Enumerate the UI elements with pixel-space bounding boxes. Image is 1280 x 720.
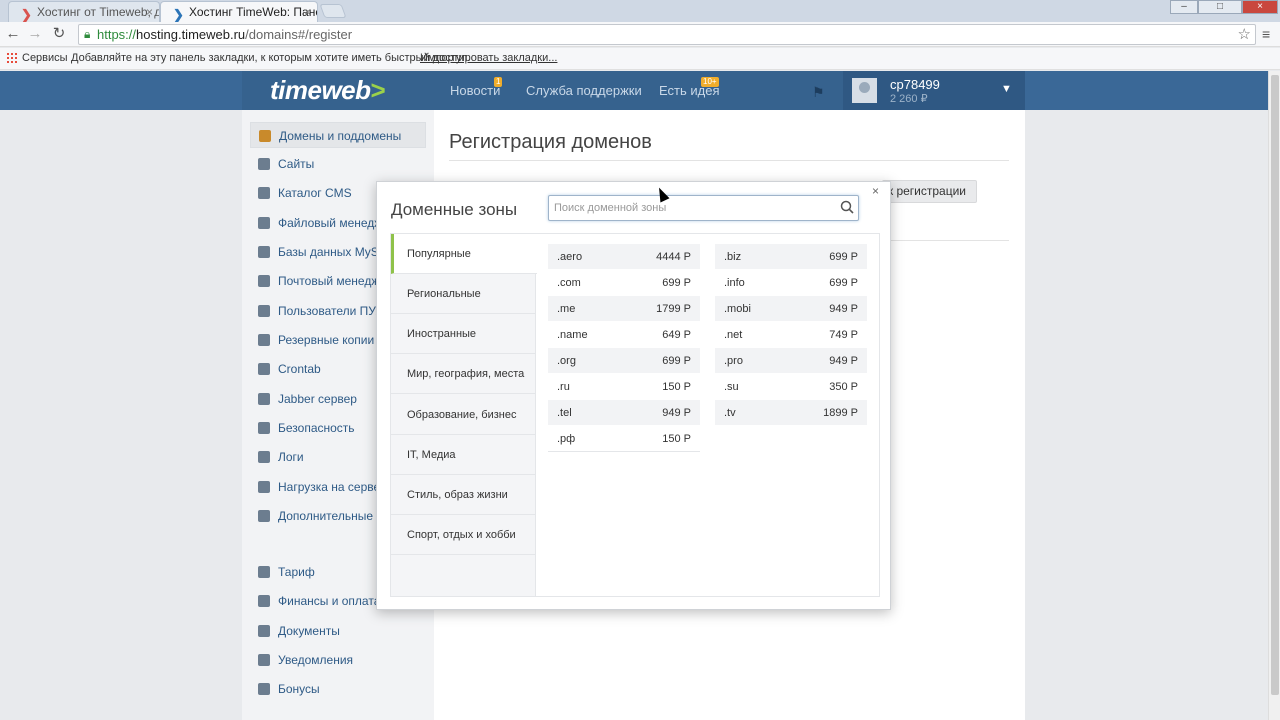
category-style-lifestyle[interactable]: Стиль, образ жизни (391, 475, 536, 515)
sites-icon (258, 158, 270, 170)
timeweb-favicon-icon: ❯ (173, 7, 184, 22)
shield-icon (258, 422, 270, 434)
sidebar-item-sites[interactable]: Сайты (250, 151, 426, 177)
domain-zones-modal: × Доменные зоны Популярные Региональные … (376, 181, 891, 610)
domains-icon (259, 130, 271, 142)
flag-icon[interactable]: ⚑ (812, 84, 825, 101)
zone-row[interactable]: .me 1799 Р (548, 296, 700, 322)
tab-close-icon[interactable]: × (304, 2, 311, 22)
mail-icon (258, 275, 270, 287)
zone-search-box[interactable] (548, 195, 859, 221)
zone-search-input[interactable] (554, 200, 824, 216)
zone-row[interactable]: .mobi 949 Р (715, 296, 867, 322)
new-tab-button[interactable] (319, 4, 347, 18)
category-foreign[interactable]: Иностранные (391, 314, 536, 354)
zone-list-left: .aero 4444 Р .com 699 Р .me 1799 Р .name 649… (548, 244, 700, 452)
category-popular[interactable]: Популярные (391, 234, 537, 274)
bookmarks-bar: Сервисы Добавляйте на эту панель закладк… (0, 48, 1280, 70)
back-icon[interactable]: ← (4, 25, 22, 43)
close-icon[interactable]: × (872, 184, 879, 198)
gift-icon (258, 683, 270, 695)
tab-close-icon[interactable]: × (146, 2, 153, 22)
wallet-icon (258, 595, 270, 607)
page-scrollbar[interactable] (1268, 71, 1280, 720)
zone-row[interactable]: .pro 949 Р (715, 348, 867, 374)
category-education-business[interactable]: Образование, бизнес (391, 395, 536, 435)
zone-row[interactable]: .tel 949 Р (548, 400, 700, 426)
lock-icon: 🔒︎ (84, 27, 91, 41)
scroll-thumb[interactable] (1271, 75, 1279, 695)
timeweb-favicon-icon: ❯ (21, 7, 32, 22)
avatar[interactable] (852, 78, 877, 103)
zone-row[interactable]: .aero 4444 Р (548, 244, 700, 270)
document-icon (258, 625, 270, 637)
zone-row[interactable]: .com 699 Р (548, 270, 700, 296)
search-icon[interactable] (840, 200, 854, 214)
zone-row[interactable]: .biz 699 Р (715, 244, 867, 270)
forward-icon[interactable]: → (26, 25, 44, 43)
username[interactable]: cp78499 (890, 77, 940, 92)
info-icon (258, 566, 270, 578)
folder-icon (258, 217, 270, 229)
users-icon (258, 305, 270, 317)
minimize-button[interactable]: – (1170, 0, 1198, 14)
sidebar-item-bonuses[interactable]: Бонусы (250, 676, 426, 702)
logs-icon (258, 451, 270, 463)
browser-tab-active[interactable]: ❯ Хостинг TimeWeb: Панел × (160, 1, 318, 22)
zone-row[interactable]: .tv 1899 Р (715, 400, 867, 426)
to-register-button[interactable]: к регистрации (882, 180, 977, 203)
chart-icon (258, 481, 270, 493)
category-world-geo[interactable]: Мир, география, места (391, 354, 536, 394)
page-title: Регистрация доменов (449, 131, 652, 153)
url-text[interactable]: https://hosting.timeweb.ru/domains#/regi… (97, 27, 352, 42)
news-badge: 1 (494, 77, 503, 87)
nav-news[interactable]: Новости (450, 83, 500, 98)
modal-body: Популярные Региональные Иностранные Мир,… (390, 233, 880, 597)
crontab-icon (258, 363, 270, 375)
sidebar-item-documents[interactable]: Документы (250, 618, 426, 644)
apps-grid-icon[interactable] (6, 52, 18, 64)
chevron-down-icon[interactable]: ▼ (1001, 83, 1012, 95)
database-icon (258, 246, 270, 258)
ideas-badge: 10+ (701, 77, 719, 87)
zone-row[interactable]: .рф 150 Р (548, 426, 700, 452)
zone-row[interactable]: .net 749 Р (715, 322, 867, 348)
lightbulb-icon (258, 393, 270, 405)
sidebar-item-notifications[interactable]: Уведомления (250, 647, 426, 673)
divider (449, 160, 1009, 161)
address-bar[interactable]: 🔒︎ https://hosting.timeweb.ru/domains#/r… (78, 24, 1256, 45)
tab-title: Хостинг от Timeweb, дос (37, 5, 159, 19)
browser-tab[interactable]: ❯ Хостинг от Timeweb, дос × (8, 1, 160, 22)
notification-icon (258, 654, 270, 666)
browser-menu-icon[interactable]: ≡ (1262, 26, 1270, 42)
browser-toolbar: ← → ↻ 🔒︎ https://hosting.timeweb.ru/doma… (0, 22, 1280, 47)
gear-icon (258, 510, 270, 522)
category-regional[interactable]: Региональные (391, 274, 536, 314)
bookmarks-hint: Добавляйте на эту панель закладки, к кот… (71, 52, 471, 64)
nav-support[interactable]: Служба поддержки (526, 83, 642, 98)
close-window-button[interactable]: × (1242, 0, 1278, 14)
zone-row[interactable]: .su 350 Р (715, 374, 867, 400)
zone-list-right: .biz 699 Р .info 699 Р .mobi 949 Р .net 749 … (715, 244, 867, 426)
bookmark-star-icon[interactable]: ☆ (1238, 25, 1251, 43)
backup-icon (258, 334, 270, 346)
category-it-media[interactable]: IT, Медиа (391, 435, 536, 475)
zone-categories: Популярные Региональные Иностранные Мир,… (391, 234, 537, 596)
reload-icon[interactable]: ↻ (50, 25, 68, 43)
bookmark-services[interactable]: Сервисы (22, 48, 68, 68)
maximize-button[interactable]: □ (1198, 0, 1242, 14)
modal-title: Доменные зоны (391, 200, 518, 219)
zone-row[interactable]: .info 699 Р (715, 270, 867, 296)
zone-row[interactable]: .ru 150 Р (548, 374, 700, 400)
account-balance: 2 260 ₽ (890, 93, 928, 105)
sidebar-item-domains[interactable]: Домены и поддомены (250, 122, 426, 148)
zone-row[interactable]: .org 699 Р (548, 348, 700, 374)
category-sport-hobby[interactable]: Спорт, отдых и хобби (391, 515, 536, 555)
timeweb-logo[interactable]: timeweb> (270, 75, 386, 106)
tab-title: Хостинг TimeWeb: Панел (189, 5, 318, 19)
cms-icon (258, 187, 270, 199)
import-bookmarks-link[interactable]: Импортировать закладки... (420, 48, 557, 68)
zone-row[interactable]: .name 649 Р (548, 322, 700, 348)
browser-tab-strip: ❯ Хостинг от Timeweb, дос × ❯ Хостинг Ti… (0, 0, 1280, 22)
